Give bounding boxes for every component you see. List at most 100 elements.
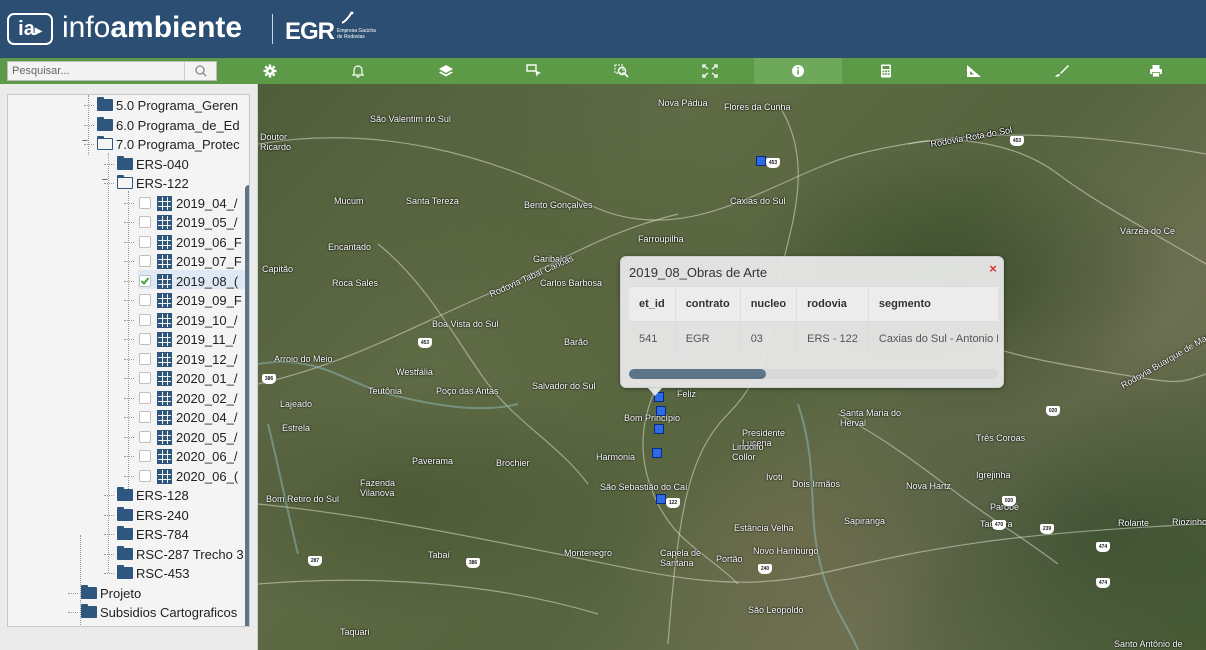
search-button[interactable] <box>184 62 216 80</box>
tree-item[interactable]: 2019_08_( <box>8 272 244 291</box>
tree-line <box>124 339 134 340</box>
layer-checkbox[interactable] <box>139 352 151 365</box>
search-box <box>7 61 217 81</box>
settings-button[interactable] <box>226 58 314 84</box>
table-row: 541 EGR 03 ERS - 122 Caxias do Sul - Antonio… <box>629 320 998 356</box>
folder-open-icon <box>96 135 113 150</box>
tree-line <box>124 456 134 457</box>
layer-checkbox[interactable] <box>139 274 151 287</box>
search-input[interactable] <box>8 62 184 80</box>
full-extent-button[interactable] <box>666 58 754 84</box>
map-place-label: Montenegro <box>564 548 613 558</box>
tree-item[interactable]: 2019_06_F <box>8 233 244 252</box>
layer-tree[interactable]: 5.0 Programa_Geren 6.0 Programa_de_Ed ‒ 7.0… <box>7 94 250 627</box>
zoom-area-button[interactable] <box>578 58 666 84</box>
tree-item[interactable]: 2019_05_/ <box>8 213 244 232</box>
feature-marker[interactable] <box>656 406 666 416</box>
popup-close-button[interactable]: × <box>987 262 999 275</box>
layer-checkbox[interactable] <box>139 391 151 404</box>
tree-item[interactable]: ‒ ERS-122 <box>8 174 244 193</box>
tree-item[interactable]: 2019_10_/ <box>8 311 244 330</box>
layer-checkbox[interactable] <box>139 216 151 228</box>
tree-line <box>68 592 78 594</box>
feature-marker[interactable] <box>756 156 766 166</box>
map-place-label: Rolante <box>1118 518 1150 528</box>
layer-checkbox[interactable] <box>139 411 151 423</box>
select-button[interactable] <box>490 58 578 84</box>
print-button[interactable] <box>1106 58 1206 84</box>
feature-marker[interactable] <box>654 424 664 434</box>
table-cell: 03 <box>740 320 798 356</box>
tree-item[interactable]: RSC-287 Trecho 3 <box>8 545 244 564</box>
tree-item[interactable]: ERS-128 <box>8 486 244 505</box>
map-place-label: São Sebastião do Caí <box>600 482 688 492</box>
tree-item[interactable]: 2019_04_/ <box>8 194 244 213</box>
draw-button[interactable] <box>1018 58 1106 84</box>
highway-shield-icon: 020 <box>1002 496 1016 506</box>
tree-line <box>124 397 134 399</box>
alerts-button[interactable] <box>314 58 402 84</box>
popup-horizontal-scrollbar[interactable] <box>629 369 766 379</box>
identify-popup: 2019_08_Obras de Arte × et_id contrato nuc… <box>620 256 1004 396</box>
tree-item[interactable]: ERS-240 <box>8 506 244 525</box>
map-place-label: Bom Retiro do Sul <box>266 494 340 504</box>
layer-checkbox[interactable] <box>139 255 151 267</box>
table-layer-icon <box>157 312 172 328</box>
map-place-label: Santa Maria do Herval <box>840 408 902 428</box>
map-place-label: Portão <box>716 554 743 564</box>
tree-item[interactable]: 2019_11_/ <box>8 330 244 349</box>
tree-item-label: 2019_08_( <box>176 273 239 289</box>
map-place-label: Brochier <box>496 458 530 468</box>
map-place-label: Capela de Santana <box>660 548 702 568</box>
tree-item[interactable]: RSC-453 <box>8 564 244 583</box>
layer-checkbox[interactable] <box>139 294 151 306</box>
tree-line <box>124 436 134 438</box>
identify-button[interactable] <box>754 58 842 84</box>
tree-item[interactable]: 2020_06_/ <box>8 447 244 466</box>
tree-item[interactable]: 2020_02_/ <box>8 389 244 408</box>
feature-marker[interactable] <box>656 494 666 504</box>
column-header: et_id <box>629 287 676 321</box>
tree-item[interactable]: ERS-784 <box>8 525 244 544</box>
layer-checkbox[interactable] <box>139 372 151 384</box>
tree-item[interactable]: 2019_09_F <box>8 291 244 310</box>
layer-checkbox[interactable] <box>139 450 151 462</box>
tree-item[interactable]: 2020_05_/ <box>8 428 244 447</box>
map-place-label: Capitão <box>262 264 294 274</box>
tree-item[interactable]: 6.0 Programa_de_Ed <box>8 116 244 135</box>
collapse-toggle-icon[interactable]: ‒ <box>102 174 108 185</box>
tree-line <box>104 553 114 555</box>
calculator-button[interactable] <box>842 58 930 84</box>
layer-checkbox[interactable] <box>139 430 151 443</box>
map-place-label: Santa Tereza <box>406 196 459 206</box>
table-cell: 541 <box>629 320 676 356</box>
tree-vertical-scrollbar[interactable] <box>245 185 249 626</box>
measure-button[interactable] <box>930 58 1018 84</box>
tree-item[interactable]: ERS-040 <box>8 155 244 174</box>
tree-item[interactable]: Subsidios Cartograficos <box>8 603 244 622</box>
layer-checkbox[interactable] <box>139 235 151 248</box>
feature-marker[interactable] <box>652 448 662 458</box>
tree-item[interactable]: 2019_12_/ <box>8 350 244 369</box>
tree-line <box>124 241 134 243</box>
layer-checkbox[interactable] <box>139 313 151 326</box>
layer-checkbox[interactable] <box>139 469 151 482</box>
layer-checkbox[interactable] <box>139 196 151 209</box>
tree-item[interactable]: ‒ 7.0 Programa_Protec <box>8 135 244 154</box>
tree-item[interactable]: 5.0 Programa_Geren <box>8 96 244 115</box>
collapse-toggle-icon[interactable]: ‒ <box>82 135 88 146</box>
table-layer-icon <box>157 371 172 386</box>
tree-item[interactable]: 2020_01_/ <box>8 369 244 388</box>
tree-item[interactable]: Projeto <box>8 584 244 603</box>
tree-item-label: 2020_06_( <box>176 468 239 484</box>
tree-item[interactable]: 2020_06_( <box>8 467 244 486</box>
layer-checkbox[interactable] <box>139 333 151 345</box>
tree-item-label: 2019_11_/ <box>176 332 237 347</box>
folder-open-icon <box>116 174 133 189</box>
layers-button[interactable] <box>402 58 490 84</box>
tree-item[interactable]: 2020_04_/ <box>8 408 244 427</box>
tree-item-label: ERS-122 <box>136 176 189 191</box>
highway-shield-icon: 453 <box>418 338 432 348</box>
tree-item[interactable]: 2019_07_F <box>8 252 244 271</box>
extent-icon <box>702 64 718 78</box>
